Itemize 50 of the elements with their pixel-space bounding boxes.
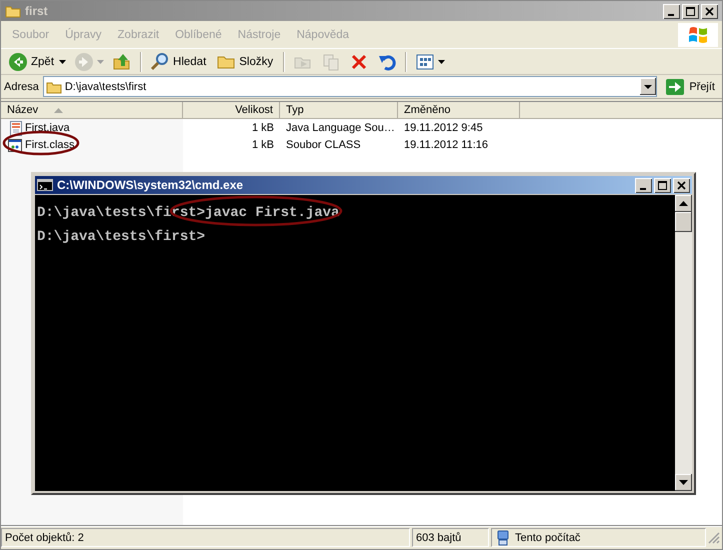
application-window-icon: [7, 136, 23, 152]
close-button[interactable]: [673, 178, 690, 192]
folder-icon: [5, 4, 21, 18]
folder-button[interactable]: Složky: [213, 50, 278, 74]
minimize-button[interactable]: [635, 178, 652, 192]
file-name[interactable]: First.class: [23, 138, 183, 150]
close-button[interactable]: [701, 4, 718, 18]
search-button[interactable]: Hledat: [147, 50, 212, 74]
search-icon: [150, 52, 170, 72]
table-cell-text: Soubor CLASS: [285, 138, 362, 150]
table-cell-text: 19.11.2012 11:16: [403, 138, 490, 150]
caret-icon: [438, 60, 446, 64]
file-name[interactable]: First.java: [23, 122, 183, 134]
sort-arrow-icon: [54, 108, 64, 112]
folder-icon: [46, 80, 62, 94]
table-cell-text: Java Language Sou…: [285, 122, 396, 134]
scroll-thumb[interactable]: [675, 212, 692, 232]
status-pane: Počet objektů: 2: [1, 528, 410, 547]
views-icon: [415, 52, 436, 72]
table-cell-text: 19.11.2012 9:45: [403, 122, 484, 134]
scroll-up-button[interactable]: [675, 195, 692, 212]
dropdown-button[interactable]: [640, 78, 656, 95]
console-line: D:\java\tests\first>: [37, 231, 206, 243]
computer-icon: [495, 530, 511, 546]
status-pane: Tento počítač: [491, 528, 706, 547]
caret-icon: [97, 60, 104, 64]
column-header[interactable]: Velikost: [183, 102, 280, 119]
copy-to-folder-icon: [321, 52, 342, 72]
console-icon: [37, 179, 53, 191]
status-pane: 603 bajtů: [412, 528, 489, 547]
address-label: Adresa: [4, 80, 39, 92]
window-title: first: [25, 4, 49, 18]
scrollbar[interactable]: [675, 195, 692, 491]
maximize-button[interactable]: [654, 178, 671, 192]
table-cell-text: 1 kB: [250, 122, 275, 134]
window-title: C:\WINDOWS\system32\cmd.exe: [57, 178, 244, 192]
caret-icon: [59, 60, 66, 64]
back-arrow-button[interactable]: Zpět: [5, 50, 70, 74]
address-field[interactable]: D:\java\tests\first: [42, 76, 658, 97]
go-button[interactable]: Přejít: [661, 76, 719, 98]
folder-up-icon: [112, 52, 132, 72]
resize-grip-icon[interactable]: [708, 532, 720, 544]
maximize-button[interactable]: [682, 4, 699, 18]
table-cell-text: 1 kB: [250, 138, 275, 150]
scroll-down-button[interactable]: [675, 474, 692, 491]
windows-flag-icon: [687, 24, 709, 44]
arrow-right-icon: [665, 78, 686, 96]
minimize-button[interactable]: [663, 4, 680, 18]
column-header[interactable]: Změněno: [398, 102, 520, 119]
column-header[interactable]: Typ: [280, 102, 398, 119]
